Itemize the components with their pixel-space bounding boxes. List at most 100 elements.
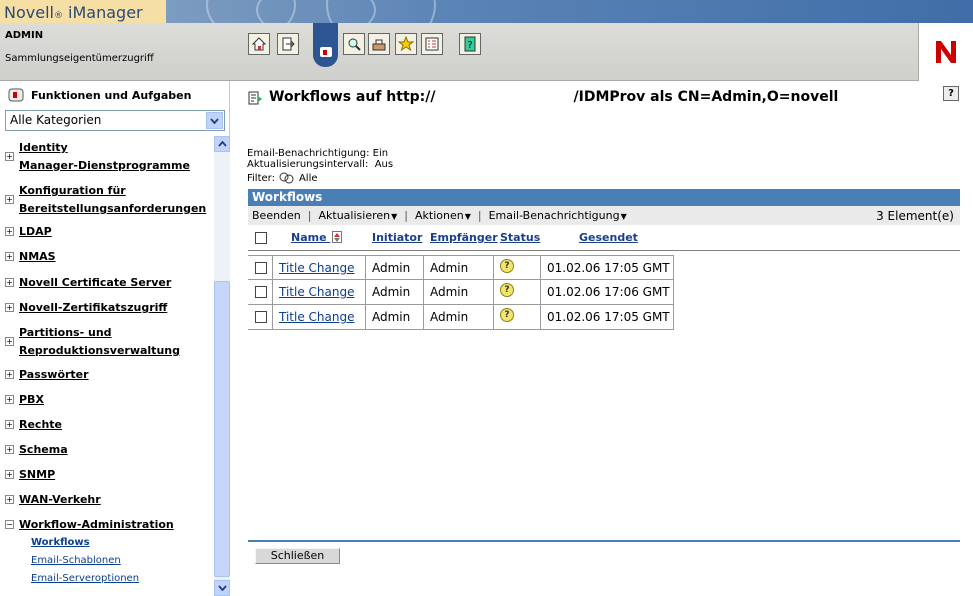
brand-name: Novell xyxy=(4,3,54,22)
chevron-down-icon[interactable] xyxy=(206,112,223,129)
roles-tasks-tab[interactable] xyxy=(313,23,338,67)
tree-item-certificate-access[interactable]: + Novell-Zertifikatszugriff xyxy=(5,299,210,317)
recipient-cell: Admin xyxy=(424,280,494,305)
subitem-workflows[interactable]: Workflows xyxy=(31,537,90,548)
registered-mark: ® xyxy=(53,11,63,21)
subitem-email-server-options[interactable]: Email-Serveroptionen xyxy=(31,573,139,584)
expand-icon[interactable]: + xyxy=(5,227,14,236)
column-header-name[interactable]: Name xyxy=(291,228,343,250)
novell-logo-icon xyxy=(936,41,956,63)
collapse-icon[interactable]: − xyxy=(5,520,14,529)
tree-item-partitions[interactable]: + Partitions- und Reproduktionsverwaltung xyxy=(5,324,210,360)
close-button[interactable]: Schließen xyxy=(255,548,340,564)
user-role: Sammlungseigentümerzugriff xyxy=(5,53,154,64)
tree-item-pbx[interactable]: + PBX xyxy=(5,391,210,409)
terminate-action[interactable]: Beenden xyxy=(252,209,301,222)
category-select[interactable]: Alle Kategorien xyxy=(5,110,225,131)
tree-item-label: SNMP xyxy=(19,468,56,481)
header-banner xyxy=(166,0,973,23)
column-header-recipient[interactable]: Empfänger xyxy=(430,228,498,250)
expand-icon[interactable]: + xyxy=(5,195,14,204)
scroll-up-button[interactable] xyxy=(214,136,230,152)
expand-icon[interactable]: + xyxy=(5,495,14,504)
exit-button[interactable] xyxy=(277,33,299,55)
preferences-button[interactable] xyxy=(421,33,443,55)
subitem-email-templates[interactable]: Email-Schablonen xyxy=(31,555,121,566)
tree-item-label-line1: Partitions- und xyxy=(19,326,112,339)
workflow-name-link[interactable]: Title Change xyxy=(273,280,366,305)
expand-icon[interactable]: + xyxy=(5,420,14,429)
refresh-menu-label: Aktualisieren xyxy=(318,209,391,222)
select-all-checkbox[interactable] xyxy=(255,232,267,244)
tree-item-label: Identity Manager-Dienstprogramme xyxy=(19,139,190,175)
caret-down-icon: ▼ xyxy=(620,212,627,221)
view-objects-icon xyxy=(348,38,361,51)
home-button[interactable] xyxy=(248,33,270,55)
expand-icon[interactable]: + xyxy=(5,370,14,379)
refresh-menu[interactable]: Aktualisieren▼ xyxy=(319,209,398,222)
recipient-cell: Admin xyxy=(424,305,494,330)
column-header-sent[interactable]: Gesendet xyxy=(579,228,638,250)
tree-item-label-line2: Reproduktionsverwaltung xyxy=(19,344,180,357)
email-notification-status: Email-Benachrichtigung: Ein xyxy=(247,148,389,159)
expand-icon[interactable]: + xyxy=(5,445,14,454)
tree-item-wan-traffic[interactable]: + WAN-Verkehr xyxy=(5,491,210,509)
favorites-button[interactable] xyxy=(395,33,417,55)
row-select-cell xyxy=(248,280,273,305)
product-name: iManager xyxy=(62,3,143,22)
filter-value: Alle xyxy=(298,172,318,184)
task-tree: + Identity Manager-Dienstprogramme + Konf… xyxy=(0,136,214,596)
caret-down-icon: ▼ xyxy=(464,212,471,221)
column-header-initiator[interactable]: Initiator xyxy=(372,228,422,250)
sent-cell: 01.02.06 17:05 GMT xyxy=(541,305,674,330)
configure-button[interactable] xyxy=(368,33,390,55)
sidebar-scrollbar[interactable] xyxy=(214,136,230,596)
status-unknown-icon[interactable]: ? xyxy=(500,259,514,273)
tree-item-label: PBX xyxy=(19,393,44,406)
tree-item-provisioning-config[interactable]: + Konfiguration für Bereitstellungsanford… xyxy=(5,182,210,218)
tree-item-ldap[interactable]: + LDAP xyxy=(5,223,210,241)
novell-n-logo xyxy=(918,23,973,81)
tree-item-nmas[interactable]: + NMAS xyxy=(5,248,210,266)
tree-item-rights[interactable]: + Rechte xyxy=(5,416,210,434)
email-notification-menu-label: Email-Benachrichtigung xyxy=(488,209,620,222)
status-unknown-icon[interactable]: ? xyxy=(500,308,514,322)
tree-item-schema[interactable]: + Schema xyxy=(5,441,210,459)
view-objects-button[interactable] xyxy=(343,33,365,55)
row-checkbox[interactable] xyxy=(255,262,267,274)
tree-item-certificate-server[interactable]: + Novell Certificate Server xyxy=(5,274,210,292)
actions-menu[interactable]: Aktionen▼ xyxy=(415,209,471,222)
scroll-thumb[interactable] xyxy=(214,281,230,577)
item-count: 3 Element(e) xyxy=(876,208,954,223)
exit-icon xyxy=(282,37,295,51)
tree-item-snmp[interactable]: + SNMP xyxy=(5,466,210,484)
filter-icon[interactable] xyxy=(279,172,295,184)
tree-item-identity-manager[interactable]: + Identity Manager-Dienstprogramme xyxy=(5,139,210,175)
email-notification-menu[interactable]: Email-Benachrichtigung▼ xyxy=(489,209,627,222)
tree-item-workflow-admin[interactable]: − Workflow-Administration xyxy=(5,516,210,534)
expand-icon[interactable]: + xyxy=(5,252,14,261)
status-unknown-icon[interactable]: ? xyxy=(500,283,514,297)
refresh-interval-label: Aktualisierungsintervall: xyxy=(247,159,369,170)
workflow-name-link[interactable]: Title Change xyxy=(273,305,366,330)
expand-icon[interactable]: + xyxy=(5,303,14,312)
separator: | xyxy=(404,209,408,222)
expand-icon[interactable]: + xyxy=(5,278,14,287)
chevron-up-icon xyxy=(217,141,227,147)
scroll-down-button[interactable] xyxy=(214,580,230,596)
expand-icon[interactable]: + xyxy=(5,395,14,404)
help-icon[interactable]: ? xyxy=(943,86,959,101)
row-checkbox[interactable] xyxy=(255,286,267,298)
separator: | xyxy=(307,209,312,222)
sidebar-header: Funktionen und Aufgaben xyxy=(8,86,191,104)
initiator-cell: Admin xyxy=(366,256,424,281)
expand-icon[interactable]: + xyxy=(5,337,14,346)
expand-icon[interactable]: + xyxy=(5,470,14,479)
expand-icon[interactable]: + xyxy=(5,152,14,161)
column-header-status[interactable]: Status xyxy=(500,228,540,250)
workflow-name-link[interactable]: Title Change xyxy=(273,256,366,281)
row-checkbox[interactable] xyxy=(255,311,267,323)
tree-item-label-line1: Identity xyxy=(19,141,68,154)
tree-item-passwords[interactable]: + Passwörter xyxy=(5,366,210,384)
help-button[interactable]: ? xyxy=(459,33,481,55)
